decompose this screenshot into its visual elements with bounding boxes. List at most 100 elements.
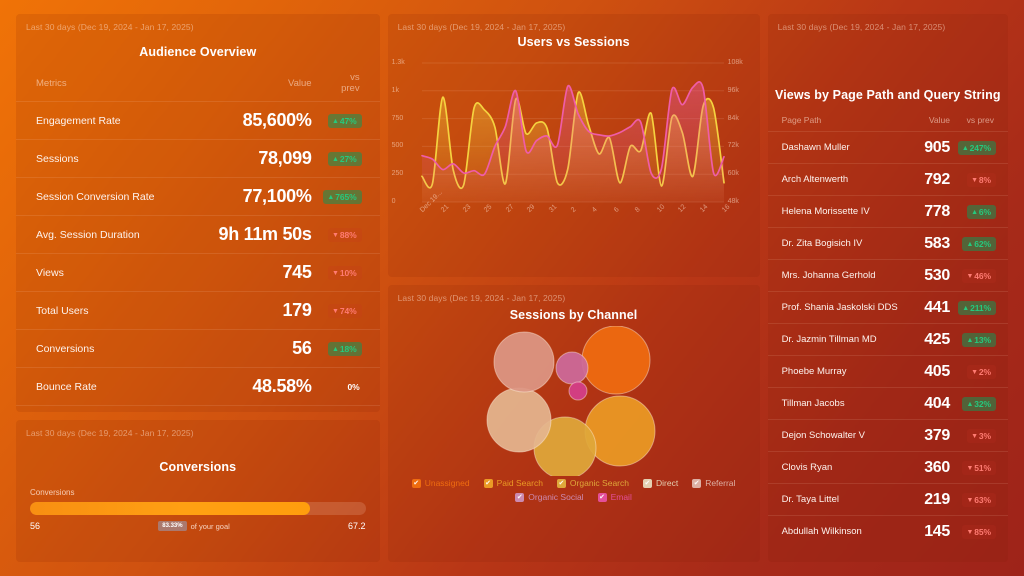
metric-change: ▲27% [317,139,380,178]
metric-name: Views [16,253,192,292]
page-change: ▲32% [956,387,1008,420]
legend-item[interactable]: ✔ Unassigned [411,478,470,488]
metric-change: ▲47% [317,101,380,140]
arrow-down-icon: ▼ [966,465,974,472]
legend-item[interactable]: ✔ Paid Search [483,478,543,488]
checkbox-checked-icon[interactable]: ✔ [515,492,525,502]
legend-item[interactable]: ✔ Email [597,492,632,502]
sessions-by-channel-panel: Last 30 days (Dec 19, 2024 - Jan 17, 202… [387,285,760,562]
table-row[interactable]: Abdullah Wilkinson 145 ▼85% [767,515,1008,547]
legend-label: Paid Search [496,478,543,488]
status-badge: ▼85% [962,524,996,539]
metric-value: 9h 11m 50s [191,215,318,254]
table-row[interactable]: Dashawn Muller 905 ▲247% [767,131,1008,164]
table-row[interactable]: Conversions 56 ▲18% [16,329,380,368]
panel-title: Views by Page Path and Query String [775,88,1001,102]
gauge-min-label: 56 [30,521,41,531]
checkbox-checked-icon[interactable]: ✔ [597,492,607,502]
table-row[interactable]: Session Conversion Rate 77,100% ▲765% [16,177,380,216]
y-axis-left-tick: 1.3k [391,59,405,66]
table-row[interactable]: Dr. Taya Littel 219 ▼63% [767,483,1008,516]
status-badge: ▲765% [323,189,362,204]
table-row[interactable]: Avg. Session Duration 9h 11m 50s ▼88% [16,215,380,254]
y-axis-right-tick: 84k [727,114,739,122]
y-axis-left-tick: 750 [391,114,404,122]
line-chart: 1.3k 1k 750 500 250 0 108k 96k 84k 72k 60k 48k Dec 1… [388,55,760,260]
status-badge: ▼88% [328,227,362,242]
page-change: ▲13% [956,323,1008,356]
legend-label: Unassigned [424,478,470,488]
status-badge: ▲6% [967,204,996,219]
page-path: Dejon Schowalter V [767,419,919,452]
arrow-down-icon: ▼ [966,273,974,280]
bubble-organic-social[interactable] [555,351,589,385]
legend-item[interactable]: ✔ Referral [692,478,735,488]
status-badge: 0% [347,381,360,392]
gauge-wrapper: Conversions 56 83.33% of your goal 67.2 [16,474,380,531]
bubble-direct[interactable] [486,387,552,453]
date-range-label: Last 30 days (Dec 19, 2024 - Jan 17, 202… [777,22,946,32]
col-value: Value [928,115,950,125]
table-row[interactable]: Sessions 78,099 ▲27% [16,139,380,178]
status-badge: ▼51% [962,460,996,475]
date-range-label: Last 30 days (Dec 19, 2024 - Jan 17, 202… [26,428,194,438]
checkbox-checked-icon[interactable]: ✔ [483,478,493,488]
legend-label: Referral [705,478,736,488]
metric-value: 77,100% [191,177,318,216]
page-change: ▼63% [956,483,1008,516]
checkbox-checked-icon[interactable]: ✔ [692,478,702,488]
table-row[interactable]: Tillman Jacobs 404 ▲32% [767,387,1008,420]
arrow-up-icon: ▲ [971,209,978,216]
checkbox-checked-icon[interactable]: ✔ [642,478,652,488]
y-axis-left-tick: 500 [391,142,404,150]
metric-change: ▼74% [317,291,380,330]
table-row[interactable]: Engagement Rate 85,600% ▲47% [16,101,380,140]
table-row[interactable]: Dejon Schowalter V 379 ▼3% [767,419,1008,452]
table-row[interactable]: Phoebe Murray 405 ▼2% [767,355,1008,388]
bubble-unassigned[interactable] [581,325,651,395]
status-badge: ▼74% [328,303,362,318]
table-row[interactable]: Views per Session8▲700% [16,405,380,412]
legend-item[interactable]: ✔ Organic Social [515,492,584,502]
arrow-up-icon: ▲ [332,156,339,163]
legend-item[interactable]: ✔ Direct [642,478,678,488]
page-change: ▼8% [956,163,1008,196]
table-row[interactable]: Prof. Shania Jaskolski DDS 441 ▲211% [767,291,1008,324]
arrow-down-icon: ▼ [966,529,974,536]
page-change: ▲6% [956,195,1008,228]
page-path: Dr. Zita Bogisich IV [767,227,919,260]
middle-column: Last 30 days (Dec 19, 2024 - Jan 17, 202… [387,14,760,562]
right-column: Last 30 days (Dec 19, 2024 - Jan 17, 202… [767,14,1008,562]
y-axis-right-tick: 48k [727,198,739,205]
table-row[interactable]: Total Users 179 ▼74% [16,291,380,330]
table-row[interactable]: Arch Altenwerth 792 ▼8% [767,163,1008,196]
table-row[interactable]: Clovis Ryan 360 ▼51% [767,451,1008,484]
page-value: 778 [919,195,956,228]
arrow-up-icon: ▲ [961,145,969,152]
bubble-email[interactable] [568,381,588,401]
col-vs-prev: vs prev [966,115,994,125]
page-path: Helena Morissette IV [767,195,919,228]
page-path: Dr. Jazmin Tillman MD [767,323,919,356]
y-axis-left-tick: 250 [391,170,404,178]
page-value: 145 [919,515,956,547]
table-row[interactable]: Views 745 ▼10% [16,253,380,292]
metric-name: Conversions [16,329,192,368]
checkbox-checked-icon[interactable]: ✔ [556,478,566,488]
table-row[interactable]: Dr. Zita Bogisich IV 583 ▲62% [767,227,1008,260]
table-row[interactable]: Dr. Jazmin Tillman MD 425 ▲13% [767,323,1008,356]
metric-name: Session Conversion Rate [16,177,192,216]
legend-item[interactable]: ✔ Organic Search [556,478,629,488]
audience-table-body: Engagement Rate 85,600% ▲47% Sessions 78,099… [16,101,380,412]
table-row[interactable]: Helena Morissette IV 778 ▲6% [767,195,1008,228]
table-row[interactable]: Mrs. Johanna Gerhold 530 ▼46% [767,259,1008,292]
y-axis-left-tick: 0 [391,198,396,205]
page-change: ▲247% [956,131,1008,164]
page-path: Tillman Jacobs [767,387,919,420]
checkbox-checked-icon[interactable]: ✔ [411,478,421,488]
metric-value: 78,099 [191,139,318,178]
table-row[interactable]: Bounce Rate 48.58% 0% [16,367,380,406]
bubble-referral[interactable] [493,331,555,393]
arrow-down-icon: ▼ [971,369,978,376]
views-table-body: Dashawn Muller 905 ▲247% Arch Altenwerth 792… [767,131,1008,547]
